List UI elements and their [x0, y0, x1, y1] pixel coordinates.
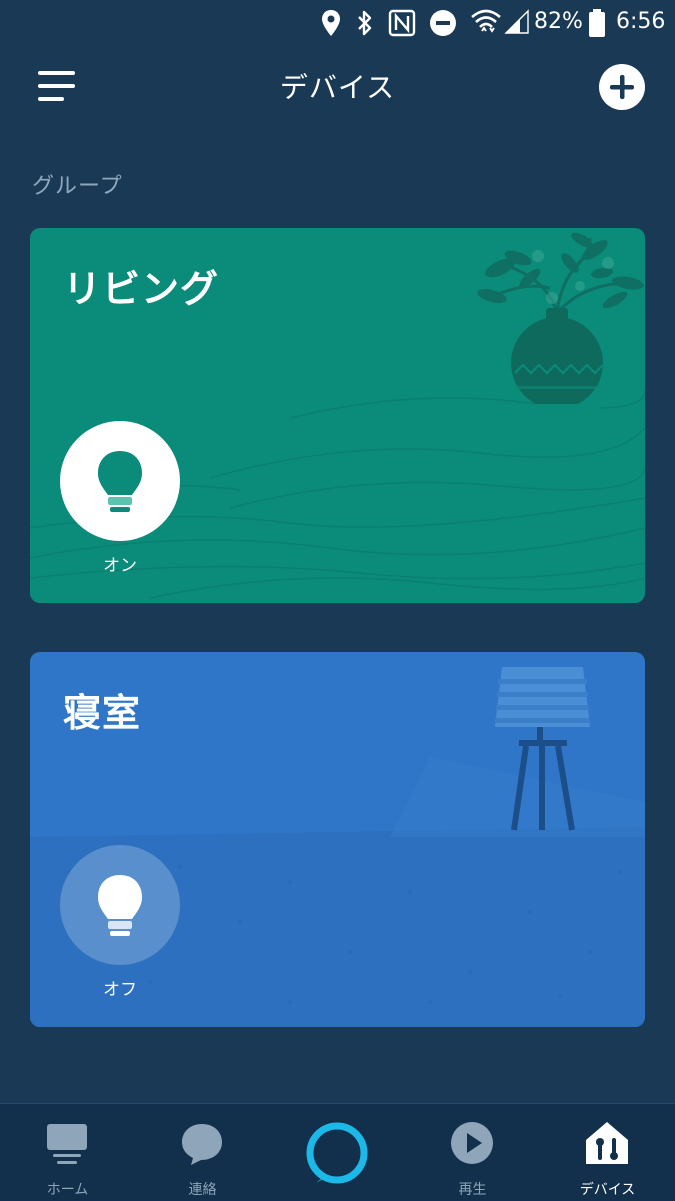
light-toggle-on[interactable] — [60, 421, 180, 541]
do-not-disturb-icon — [430, 10, 456, 36]
chat-bubble-icon — [182, 1124, 222, 1165]
light-toggle-off[interactable] — [60, 845, 180, 965]
bluetooth-icon — [358, 10, 372, 36]
signal-icon — [504, 9, 529, 34]
device-state-label: オフ — [103, 980, 137, 1000]
plant-vase-icon — [477, 232, 644, 410]
group-card-bedroom[interactable]: 寝室 オフ — [30, 652, 645, 1027]
light-bulb-icon — [98, 451, 142, 512]
status-bar: 82% 6:56 — [0, 0, 675, 46]
clock: 6:56 — [616, 9, 666, 34]
nav-devices-label: デバイス — [579, 1182, 636, 1198]
nav-devices[interactable]: デバイス — [540, 1104, 675, 1201]
page-title: デバイス — [279, 71, 396, 104]
floor-lamp-icon — [390, 667, 645, 837]
nav-communicate[interactable]: 連絡 — [135, 1104, 270, 1201]
play-icon — [451, 1122, 493, 1164]
location-icon — [322, 10, 340, 36]
alexa-ring-icon — [306, 1122, 368, 1184]
group-name: リビング — [63, 267, 220, 311]
bottom-navigation: ホーム 連絡 再生 デバイス — [0, 1103, 675, 1201]
group-card-living[interactable]: リビング オン — [30, 228, 645, 603]
add-device-button[interactable] — [599, 64, 645, 110]
app-header: デバイス — [0, 52, 675, 118]
groups-section-label: グループ — [32, 174, 123, 199]
nav-alexa[interactable] — [270, 1104, 405, 1201]
nav-home[interactable]: ホーム — [0, 1104, 135, 1201]
wifi-icon — [471, 9, 501, 33]
device-state-label: オン — [103, 556, 137, 576]
nav-home-label: ホーム — [46, 1182, 89, 1198]
plus-icon — [610, 75, 634, 99]
group-name: 寝室 — [63, 691, 142, 735]
battery-percent: 82% — [534, 9, 583, 34]
home-icon — [47, 1124, 87, 1164]
nav-play-label: 再生 — [458, 1182, 487, 1198]
nav-play[interactable]: 再生 — [405, 1104, 540, 1201]
nfc-icon — [388, 9, 416, 37]
nav-communicate-label: 連絡 — [188, 1182, 217, 1198]
battery-icon — [589, 9, 605, 37]
devices-icon — [586, 1122, 628, 1164]
light-bulb-icon — [98, 875, 142, 936]
